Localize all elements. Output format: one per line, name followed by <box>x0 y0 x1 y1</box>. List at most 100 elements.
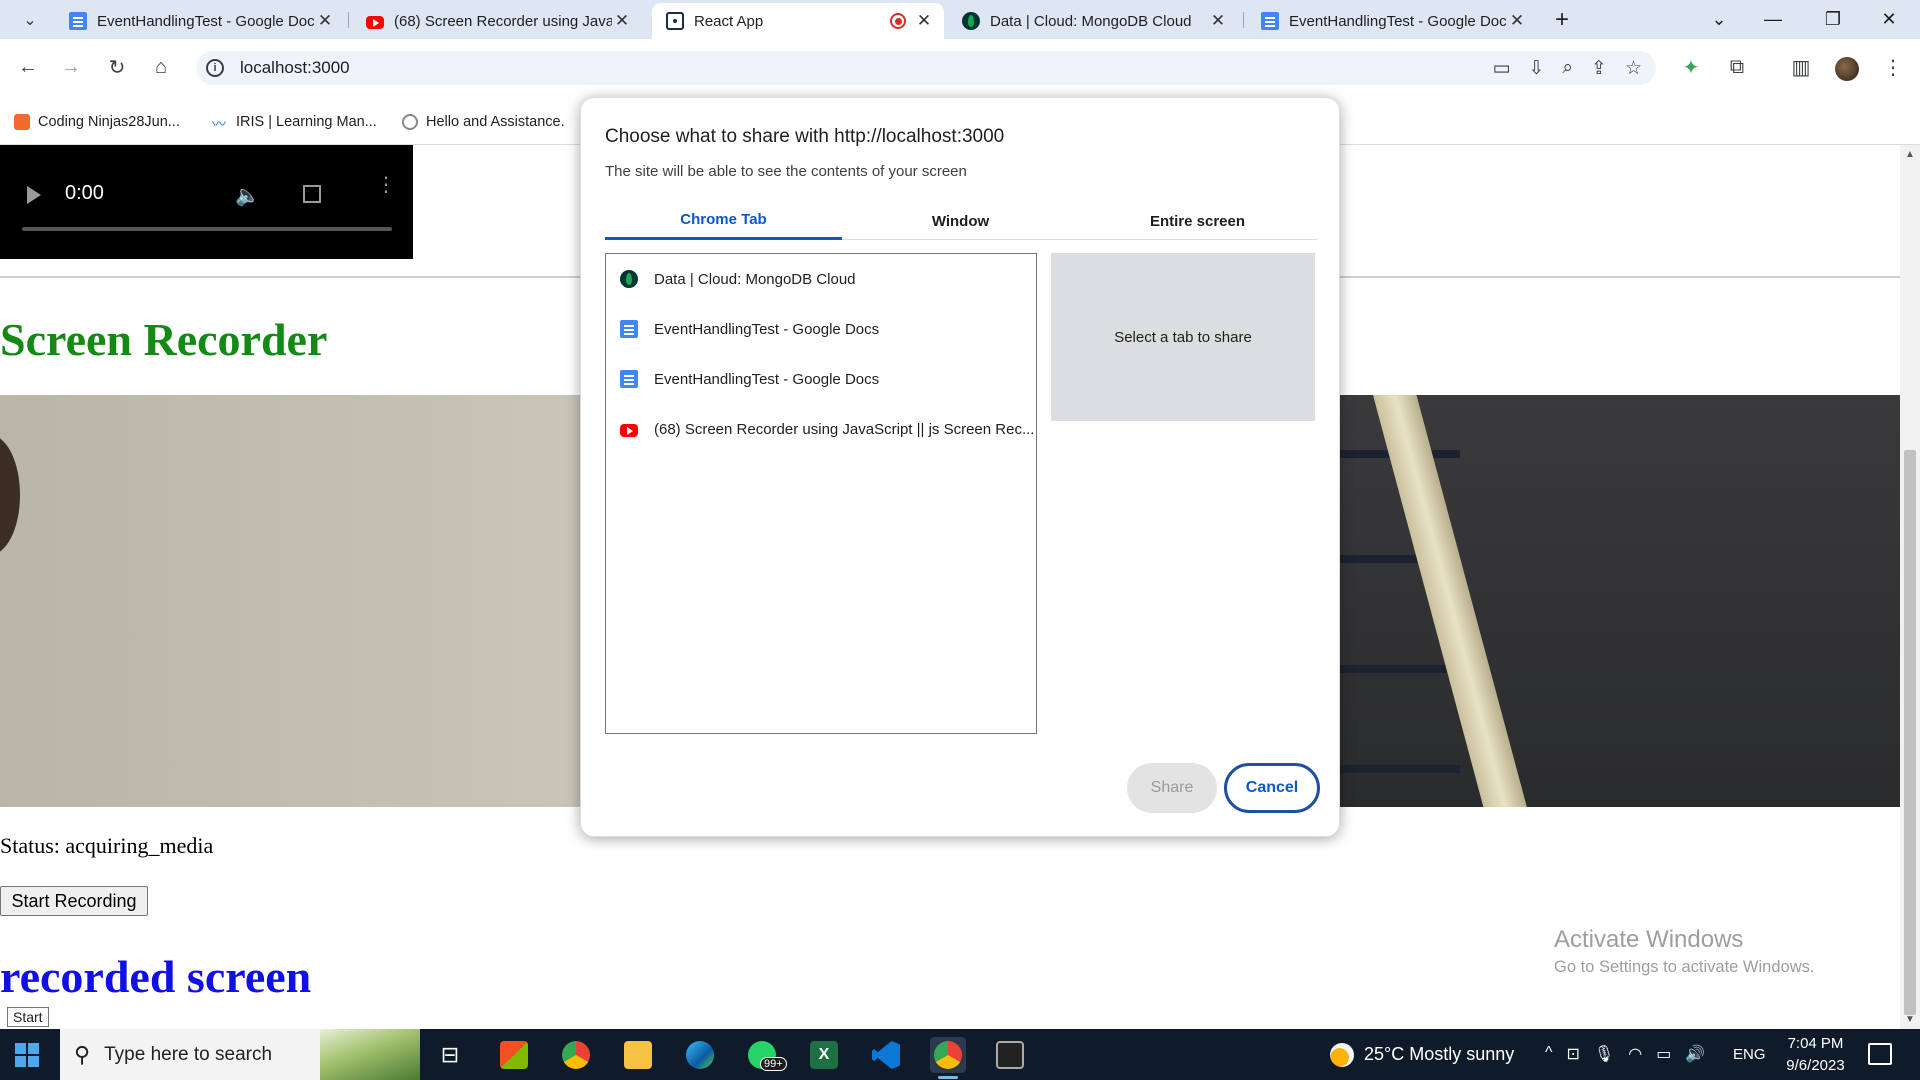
share-option-label: EventHandlingTest - Google Docs <box>654 320 880 338</box>
cancel-button[interactable]: Cancel <box>1224 763 1320 813</box>
tab-entire-screen[interactable]: Entire screen <box>1079 202 1316 240</box>
share-page-icon[interactable]: ⇪ <box>1591 57 1607 80</box>
whatsapp-icon[interactable]: 99+ <box>744 1037 787 1073</box>
task-view-icon[interactable]: ⊟ <box>432 1037 468 1073</box>
share-option-mongodb[interactable]: Data | Cloud: MongoDB Cloud <box>620 254 1020 304</box>
language-indicator[interactable]: ENG <box>1733 1029 1766 1080</box>
chrome-active-icon[interactable] <box>930 1037 966 1079</box>
video-more-icon[interactable]: ⋮ <box>376 175 396 195</box>
excel-icon[interactable]: X <box>806 1037 842 1073</box>
camera-icon[interactable]: ▭ <box>1493 57 1511 80</box>
share-option-google-docs-1[interactable]: EventHandlingTest - Google Docs <box>620 304 1020 354</box>
search-placeholder: Type here to search <box>104 1043 273 1065</box>
chrome-app-icon[interactable] <box>558 1037 594 1073</box>
vscode-icon[interactable] <box>868 1037 904 1073</box>
activate-title: Activate Windows <box>1554 926 1744 953</box>
clock-time: 7:04 PM <box>1787 1035 1844 1052</box>
chrome-glyph <box>562 1041 590 1069</box>
speaker-icon[interactable]: 🔊 <box>1685 1044 1705 1064</box>
chevron-up-icon[interactable]: ^ <box>1545 1044 1553 1064</box>
extension-colorful-icon[interactable]: ✦ <box>1678 54 1704 80</box>
edge-icon[interactable] <box>682 1037 718 1073</box>
reload-icon[interactable]: ↻ <box>104 54 130 80</box>
zoom-icon[interactable]: ⌕ <box>1562 57 1573 80</box>
clock[interactable]: 7:04 PM 9/6/2023 <box>1768 1033 1863 1077</box>
url-text[interactable]: localhost:3000 <box>240 58 350 78</box>
share-source-tabs: Chrome Tab Window Entire screen <box>605 202 1317 240</box>
taskbar-search-box[interactable]: ⚲ Type here to search <box>60 1029 420 1080</box>
bookmark-iris[interactable]: 〰 IRIS | Learning Man... <box>212 114 377 132</box>
windows-logo-tile <box>15 1056 26 1067</box>
microphone-icon[interactable]: 🎙 <box>1594 1044 1614 1064</box>
share-option-google-docs-2[interactable]: EventHandlingTest - Google Docs <box>620 354 1020 404</box>
terminal-glyph <box>996 1041 1024 1069</box>
tab-title: Data | Cloud: MongoDB Cloud <box>990 12 1192 30</box>
youtube-icon <box>620 423 638 437</box>
side-panel-icon[interactable]: ▥ <box>1788 54 1814 80</box>
share-option-youtube[interactable]: (68) Screen Recorder using JavaScript ||… <box>620 404 1034 454</box>
microsoft-store-icon[interactable] <box>496 1037 532 1073</box>
new-tab-button[interactable]: + <box>1548 6 1576 34</box>
activate-windows-watermark: Activate Windows Go to Settings to activ… <box>1554 926 1814 977</box>
profile-avatar[interactable] <box>1835 57 1859 81</box>
tab-window[interactable]: Window <box>842 202 1079 240</box>
tab-youtube[interactable]: (68) Screen Recorder using JavaScript ||… <box>352 3 642 39</box>
tab-google-docs-2[interactable]: EventHandlingTest - Google Docs ✕ <box>1247 3 1537 39</box>
restore-button[interactable]: ❐ <box>1810 4 1856 34</box>
share-button[interactable]: Share <box>1127 763 1217 813</box>
video-time: 0:00 <box>65 182 104 204</box>
site-info-icon[interactable]: i <box>206 59 224 77</box>
more-menu-icon[interactable]: ⋮ <box>1880 54 1906 80</box>
device-icon[interactable]: ⊡ <box>1567 1044 1580 1064</box>
system-tray: ^ ⊡ 🎙 ◠ ▭ 🔊 <box>1545 1044 1705 1064</box>
close-tab-icon[interactable]: ✕ <box>914 11 934 31</box>
tab-mongodb[interactable]: Data | Cloud: MongoDB Cloud ✕ <box>948 3 1238 39</box>
tab-search-chevron-icon[interactable]: ⌄ <box>1696 4 1742 34</box>
extensions-puzzle-icon[interactable]: ⧉ <box>1724 54 1750 80</box>
recorded-screen-heading: recorded screen <box>0 951 312 1002</box>
windows-start-icon[interactable] <box>15 1043 39 1067</box>
bookmark-coding-ninjas[interactable]: Coding Ninjas28Jun... <box>14 114 180 130</box>
start-recording-button[interactable]: Start Recording <box>0 886 148 916</box>
battery-icon[interactable]: ▭ <box>1656 1044 1671 1064</box>
home-icon[interactable]: ⌂ <box>148 54 174 80</box>
scrollbar-thumb[interactable] <box>1904 450 1916 1015</box>
close-tab-icon[interactable]: ✕ <box>1507 11 1527 31</box>
address-bar[interactable]: i localhost:3000 ▭ ⇩ ⌕ ⇪ ☆ <box>196 51 1656 85</box>
tab-search-button[interactable]: ⌄ <box>17 7 43 33</box>
mongodb-icon <box>962 12 980 30</box>
folder-glyph <box>624 1041 652 1069</box>
wifi-icon[interactable]: ◠ <box>1628 1044 1642 1064</box>
forward-arrow-icon[interactable]: → <box>58 54 84 80</box>
volume-icon[interactable]: 🔈 <box>235 183 260 208</box>
bookmark-openai[interactable]: Hello and Assistance. <box>402 114 565 130</box>
back-arrow-icon[interactable]: ← <box>15 54 41 80</box>
bookmark-star-icon[interactable]: ☆ <box>1625 57 1642 80</box>
close-tab-icon[interactable]: ✕ <box>612 11 632 31</box>
tab-separator <box>348 12 349 28</box>
recorded-video-player[interactable]: 0:00 🔈 ⋮ <box>0 145 413 259</box>
play-icon[interactable] <box>27 186 41 204</box>
scroll-down-icon[interactable]: ▼ <box>1905 1014 1915 1025</box>
close-window-button[interactable]: ✕ <box>1866 4 1912 34</box>
notification-icon[interactable] <box>1868 1043 1892 1065</box>
minimize-button[interactable]: — <box>1750 4 1796 34</box>
page-scrollbar[interactable]: ▲ ▼ <box>1900 145 1920 1029</box>
bookmark-label: Coding Ninjas28Jun... <box>38 114 180 130</box>
tab-chrome-tab[interactable]: Chrome Tab <box>605 202 842 240</box>
weather-widget[interactable]: 25°C Mostly sunny <box>1330 1029 1514 1080</box>
iris-icon: 〰 <box>212 116 226 132</box>
react-icon <box>666 12 684 30</box>
tab-google-docs-1[interactable]: EventHandlingTest - Google Docs ✕ <box>55 3 345 39</box>
tab-react-app[interactable]: React App ✕ <box>652 3 944 39</box>
file-explorer-icon[interactable] <box>620 1037 656 1073</box>
preview-stripe <box>1340 765 1460 773</box>
google-docs-icon <box>620 370 638 388</box>
scroll-up-icon[interactable]: ▲ <box>1905 149 1915 160</box>
fullscreen-icon[interactable] <box>303 185 321 203</box>
close-tab-icon[interactable]: ✕ <box>315 11 335 31</box>
close-tab-icon[interactable]: ✕ <box>1208 11 1228 31</box>
terminal-icon[interactable] <box>992 1037 1028 1073</box>
install-app-icon[interactable]: ⇩ <box>1528 57 1544 80</box>
video-progress-bar[interactable] <box>22 227 392 231</box>
